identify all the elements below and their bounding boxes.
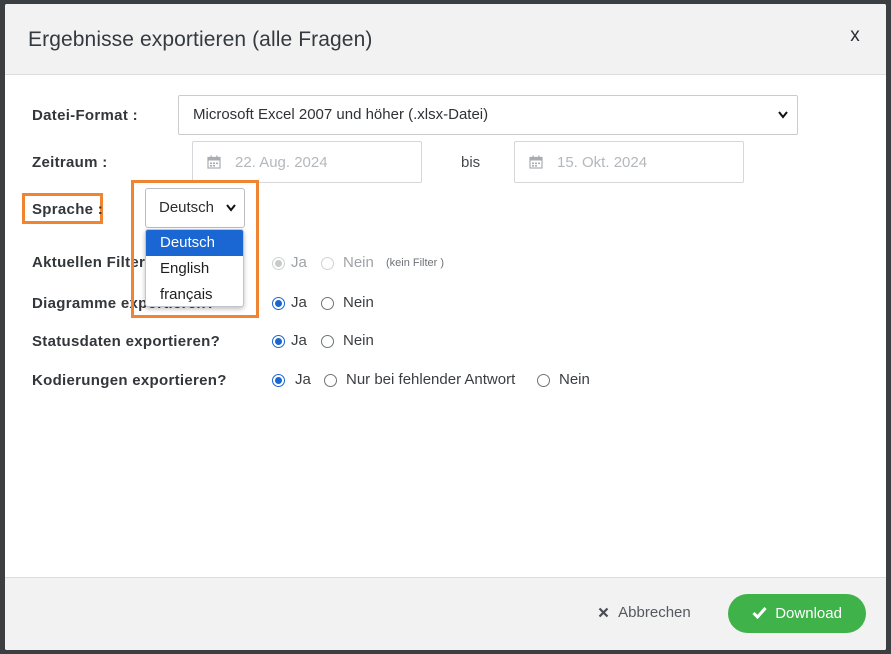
date-from-input[interactable]: 22. Aug. 2024 [192,141,422,183]
close-button[interactable]: x [844,25,866,47]
calendar-icon [529,155,543,169]
dialog-title: Ergebnisse exportieren (alle Fragen) [28,28,373,51]
export-dialog: Ergebnisse exportieren (alle Fragen) x D… [5,4,886,650]
statusdaten-no-label[interactable]: Nein [343,332,374,349]
diagramme-no-radio[interactable] [321,297,334,310]
language-options-list: Deutsch English français [145,229,244,307]
date-to-input[interactable]: 15. Okt. 2024 [514,141,744,183]
language-option-deutsch[interactable]: Deutsch [146,230,243,256]
date-from-placeholder: 22. Aug. 2024 [235,154,328,171]
date-to-placeholder: 15. Okt. 2024 [557,154,648,171]
kodierungen-no-label[interactable]: Nein [559,371,590,388]
kodierungen-partial-radio[interactable] [324,374,337,387]
statusdaten-yes-label[interactable]: Ja [291,332,307,349]
statusdaten-yes-radio[interactable] [272,335,285,348]
filter-yes-label: Ja [291,254,307,271]
format-select-value: Microsoft Excel 2007 und höher (.xlsx-Da… [193,106,489,123]
filter-note: (kein Filter ) [386,257,445,269]
kodierungen-no-radio[interactable] [537,374,550,387]
filter-no-label: Nein [343,254,374,271]
calendar-icon [207,155,221,169]
statusdaten-label: Statusdaten exportieren? [32,333,221,350]
kodierungen-yes-label[interactable]: Ja [295,371,311,388]
close-icon [598,604,613,621]
language-option-english[interactable]: English [146,256,243,282]
cancel-button[interactable]: Abbrechen [598,604,691,624]
download-button[interactable]: Download [728,594,866,633]
statusdaten-no-radio[interactable] [321,335,334,348]
diagramme-yes-label[interactable]: Ja [291,294,307,311]
check-icon [752,605,771,622]
dialog-header: Ergebnisse exportieren (alle Fragen) x [5,4,886,75]
language-option-francais[interactable]: français [146,282,243,306]
filter-no-radio [321,257,334,270]
format-select[interactable]: Microsoft Excel 2007 und höher (.xlsx-Da… [178,95,798,135]
diagramme-no-label[interactable]: Nein [343,294,374,311]
kodierungen-partial-label[interactable]: Nur bei fehlender Antwort [346,371,515,388]
date-separator: bis [461,154,481,171]
kodierungen-label: Kodierungen exportieren? [32,372,227,389]
format-label: Datei-Format : [32,107,138,124]
filter-label: Aktuellen Filter [32,254,146,271]
chevron-down-icon [777,96,789,149]
language-select[interactable]: Deutsch [145,188,245,228]
filter-yes-radio [272,257,285,270]
download-label: Download [775,605,842,622]
kodierungen-yes-radio[interactable] [272,374,285,387]
diagramme-yes-radio[interactable] [272,297,285,310]
sprache-label: Sprache : [32,201,104,218]
language-select-value: Deutsch [159,199,215,216]
cancel-label: Abbrechen [618,604,691,621]
zeitraum-label: Zeitraum : [32,154,108,171]
